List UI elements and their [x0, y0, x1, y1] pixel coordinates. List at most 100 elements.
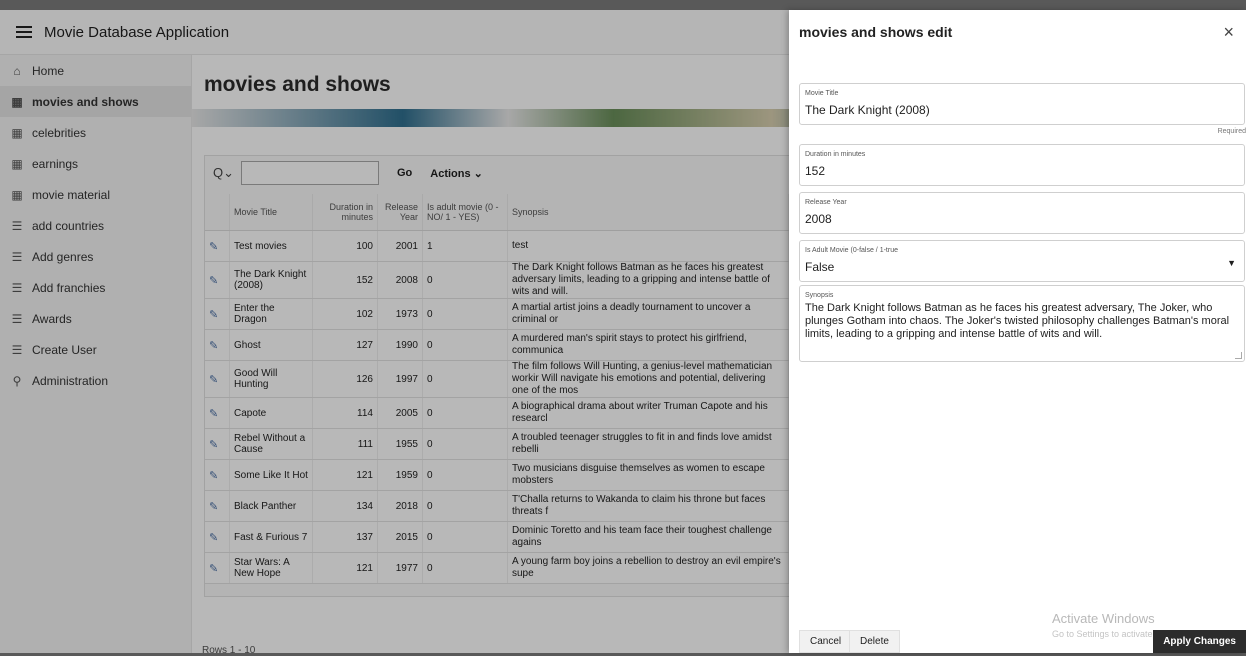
cell-year: 2018	[377, 490, 423, 522]
table-row: ✎ Fast & Furious 7 137 2015 0 Dominic Toretto…	[205, 521, 789, 553]
movie-title-field[interactable]: Movie Title The Dark Knight (2008)	[799, 83, 1245, 125]
column-header-year[interactable]: Release Year	[377, 194, 423, 231]
admin-icon: ⚲	[12, 373, 22, 388]
apply-changes-button[interactable]: Apply Changes	[1153, 630, 1246, 653]
edit-icon[interactable]: ✎	[209, 532, 218, 544]
synopsis-label: Synopsis	[805, 292, 834, 299]
release-year-value: 2008	[805, 212, 832, 226]
edit-icon[interactable]: ✎	[209, 275, 218, 287]
report-table: Movie Title Duration in minutes Release …	[205, 194, 789, 584]
cell-year: 1977	[377, 552, 423, 584]
cell-adult: 0	[422, 521, 508, 553]
sidebar-item-label: Administration	[32, 373, 109, 388]
duration-field[interactable]: Duration in minutes 152	[799, 144, 1245, 186]
table-icon: ▦	[11, 94, 23, 109]
cell-adult: 0	[422, 298, 508, 330]
cell-adult: 0	[422, 552, 508, 584]
cell-year: 1955	[377, 428, 423, 460]
cell-synopsis: A biographical drama about writer Truman…	[507, 397, 789, 429]
cell-adult: 0	[422, 329, 508, 361]
sidebar: ⌂ Home ▦ movies and shows ▦ celebrities ▦ earni…	[0, 55, 192, 653]
cell-year: 1959	[377, 459, 423, 491]
cell-adult: 0	[422, 459, 508, 491]
edit-icon[interactable]: ✎	[209, 470, 218, 482]
edit-icon[interactable]: ✎	[209, 340, 218, 352]
cell-duration: 134	[312, 490, 378, 522]
cell-year: 2008	[377, 261, 423, 299]
cell-title: Good Will Hunting	[229, 360, 313, 398]
sidebar-item-label: movie material	[32, 187, 111, 202]
edit-icon[interactable]: ✎	[209, 501, 218, 513]
sidebar-item-add-genres[interactable]: ☰ Add genres	[0, 241, 191, 272]
table-row: ✎ Good Will Hunting 126 1997 0 The film follo…	[205, 360, 789, 398]
edit-icon[interactable]: ✎	[209, 439, 218, 451]
sidebar-item-awards[interactable]: ☰ Awards	[0, 303, 191, 334]
column-header-duration[interactable]: Duration in minutes	[312, 194, 378, 231]
synopsis-textarea[interactable]: Synopsis The Dark Knight follows Batman …	[799, 285, 1245, 362]
release-year-field[interactable]: Release Year 2008	[799, 192, 1245, 234]
edit-column-header	[205, 194, 230, 231]
form-icon: ☰	[11, 311, 23, 326]
sidebar-item-celebrities[interactable]: ▦ celebrities	[0, 117, 191, 148]
cancel-button[interactable]: Cancel	[799, 630, 853, 653]
sidebar-item-home[interactable]: ⌂ Home	[0, 55, 191, 86]
resize-handle-icon[interactable]	[1235, 352, 1242, 359]
sidebar-item-movies-and-shows[interactable]: ▦ movies and shows	[0, 86, 191, 117]
edit-icon[interactable]: ✎	[209, 408, 218, 420]
sidebar-item-label: Awards	[32, 311, 72, 326]
search-icon[interactable]: Q⌄	[213, 165, 241, 181]
cell-year: 1997	[377, 360, 423, 398]
sidebar-item-label: Add genres	[32, 249, 94, 264]
form-icon: ☰	[11, 218, 23, 233]
sidebar-item-label: Create User	[32, 342, 97, 357]
duration-label: Duration in minutes	[805, 151, 866, 158]
column-header-adult[interactable]: Is adult movie (0 - NO/ 1 - YES)	[422, 194, 508, 231]
cell-title: Capote	[229, 397, 313, 429]
sidebar-item-earnings[interactable]: ▦ earnings	[0, 148, 191, 179]
edit-icon[interactable]: ✎	[209, 309, 218, 321]
cell-duration: 137	[312, 521, 378, 553]
search-input[interactable]	[241, 161, 379, 185]
table-row: ✎ Rebel Without a Cause 111 1955 0 A troubled…	[205, 428, 789, 460]
cell-duration: 111	[312, 428, 378, 460]
cell-year: 2005	[377, 397, 423, 429]
sidebar-item-create-user[interactable]: ☰ Create User	[0, 334, 191, 365]
edit-icon[interactable]: ✎	[209, 374, 218, 386]
cell-duration: 126	[312, 360, 378, 398]
adult-movie-select[interactable]: Is Adult Movie (0-false / 1-true False ▼	[799, 240, 1245, 282]
sidebar-item-administration[interactable]: ⚲ Administration	[0, 365, 191, 396]
sidebar-item-add-countries[interactable]: ☰ add countries	[0, 210, 191, 241]
cell-synopsis: A troubled teenager struggles to fit in …	[507, 428, 789, 460]
table-row: ✎ Capote 114 2005 0 A biographical drama abou…	[205, 397, 789, 429]
pagination-text: Rows 1 - 10	[202, 645, 256, 656]
sidebar-item-label: Home	[32, 63, 65, 78]
app-title: Movie Database Application	[44, 23, 230, 41]
go-button[interactable]: Go	[389, 163, 420, 183]
cell-year: 2015	[377, 521, 423, 553]
actions-menu-button[interactable]: Actions ⌄	[430, 167, 483, 180]
column-header-synopsis[interactable]: Synopsis	[507, 194, 789, 231]
movie-title-value: The Dark Knight (2008)	[805, 103, 930, 117]
column-header-title[interactable]: Movie Title	[229, 194, 313, 231]
release-year-label: Release Year	[805, 199, 847, 206]
cell-title: Star Wars: A New Hope	[229, 552, 313, 584]
close-icon[interactable]: ×	[1223, 22, 1234, 43]
delete-button[interactable]: Delete	[849, 630, 900, 653]
caret-down-icon: ▼	[1227, 258, 1236, 268]
edit-icon[interactable]: ✎	[209, 241, 218, 253]
sidebar-item-add-franchies[interactable]: ☰ Add franchies	[0, 272, 191, 303]
adult-movie-label: Is Adult Movie (0-false / 1-true	[805, 247, 898, 254]
cell-synopsis: Two musicians disguise themselves as wom…	[507, 459, 789, 491]
cell-title: The Dark Knight (2008)	[229, 261, 313, 299]
cell-synopsis: test	[507, 230, 789, 262]
cell-year: 1990	[377, 329, 423, 361]
cell-synopsis: A murdered man's spirit stays to protect…	[507, 329, 789, 361]
movie-title-label: Movie Title	[805, 90, 839, 97]
table-row: ✎ The Dark Knight (2008) 152 2008 0 The Dark …	[205, 261, 789, 299]
cell-duration: 114	[312, 397, 378, 429]
menu-icon[interactable]	[16, 26, 32, 38]
edit-icon[interactable]: ✎	[209, 563, 218, 575]
sidebar-item-movie-material[interactable]: ▦ movie material	[0, 179, 191, 210]
table-row: ✎ Test movies 100 2001 1 test	[205, 230, 789, 262]
table-row: ✎ Some Like It Hot 121 1959 0 Two musicians d…	[205, 459, 789, 491]
